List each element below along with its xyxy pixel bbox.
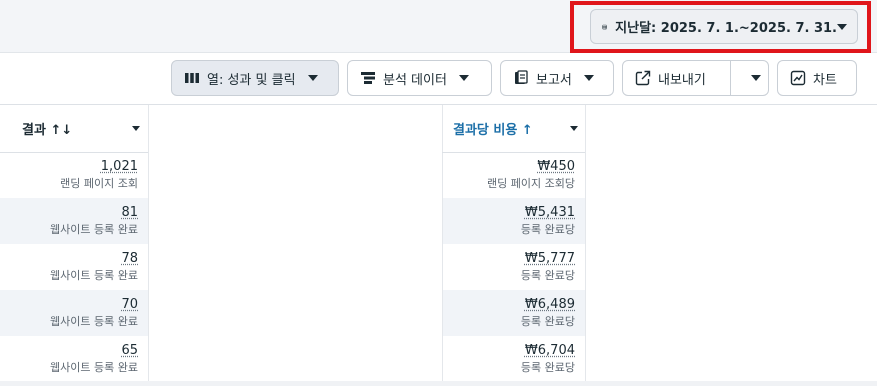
table-row: 81 웹사이트 등록 완료 — [0, 198, 148, 244]
horizontal-scrollbar[interactable] — [0, 381, 877, 386]
column-header-cost-label: 결과당 비용 ↑ — [453, 123, 533, 138]
cost-value[interactable]: ₩6,489 — [442, 296, 575, 314]
result-type: 웹사이트 등록 완료 — [50, 315, 138, 328]
result-type: 웹사이트 등록 완료 — [50, 223, 138, 236]
column-menu-caret-icon[interactable] — [132, 126, 140, 131]
chart-line-icon — [790, 70, 806, 86]
ads-manager-view: 지난달: 2025. 7. 1.~2025. 7. 31. 열: 성과 및 클릭… — [0, 0, 877, 386]
column-header-cost-per-result[interactable]: 결과당 비용 ↑ — [453, 105, 585, 152]
result-value[interactable]: 65 — [0, 342, 138, 360]
chart-label: 차트 — [813, 72, 837, 88]
column-menu-caret-icon[interactable] — [570, 126, 578, 131]
breakdown-button[interactable]: 분석 데이터 — [347, 60, 492, 96]
table-row: ₩5,777 등록 완료당 — [442, 244, 585, 290]
column-header-results-label: 결과 ↑↓ — [22, 123, 73, 138]
external-link-icon — [635, 70, 651, 86]
chevron-down-icon — [458, 75, 469, 81]
columns-label: 열: 성과 및 클릭 — [207, 72, 296, 88]
table-row: 1,021 랜딩 페이지 조회 — [0, 152, 148, 198]
cost-type: 등록 완료당 — [520, 223, 575, 236]
cost-value[interactable]: ₩5,431 — [442, 204, 575, 222]
cost-type: 등록 완료당 — [520, 315, 575, 328]
table-row: 78 웹사이트 등록 완료 — [0, 244, 148, 290]
cost-value[interactable]: ₩6,704 — [442, 342, 575, 360]
report-icon — [515, 70, 528, 84]
cost-value[interactable]: ₩5,777 — [442, 250, 575, 268]
column-divider — [148, 105, 149, 381]
date-range-button[interactable]: 지난달: 2025. 7. 1.~2025. 7. 31. — [590, 9, 858, 44]
breakdown-icon — [361, 72, 375, 84]
reports-button[interactable]: 보고서 — [500, 60, 614, 96]
calendar-icon — [602, 24, 607, 29]
table-row: 70 웹사이트 등록 완료 — [0, 290, 148, 336]
columns-button[interactable]: 열: 성과 및 클릭 — [171, 60, 339, 96]
cost-type: 등록 완료당 — [520, 361, 575, 374]
date-range-label: 지난달: 2025. 7. 1.~2025. 7. 31. — [615, 21, 837, 36]
export-button[interactable]: 내보내기 — [623, 61, 731, 95]
result-type: 웹사이트 등록 완료 — [50, 269, 138, 282]
export-menu-button[interactable] — [731, 61, 769, 95]
breakdown-label: 분석 데이터 — [383, 72, 447, 88]
export-label: 내보내기 — [658, 72, 706, 88]
chevron-down-icon — [751, 75, 761, 81]
reports-label: 보고서 — [536, 72, 572, 88]
result-value[interactable]: 81 — [0, 204, 138, 222]
table-row: ₩6,704 등록 완료당 — [442, 336, 585, 382]
cost-type: 등록 완료당 — [520, 269, 575, 282]
columns-icon — [185, 73, 199, 83]
chevron-down-icon — [307, 75, 318, 81]
result-value[interactable]: 78 — [0, 250, 138, 268]
column-divider — [585, 105, 586, 381]
table-row: ₩450 랜딩 페이지 조회당 — [442, 152, 585, 198]
result-type: 랜딩 페이지 조회 — [60, 177, 138, 190]
table-row: ₩6,489 등록 완료당 — [442, 290, 585, 336]
result-type: 웹사이트 등록 완료 — [50, 361, 138, 374]
result-value[interactable]: 1,021 — [0, 158, 138, 176]
chevron-down-icon — [583, 75, 594, 81]
export-button-group: 내보내기 — [622, 60, 769, 96]
table-row: ₩5,431 등록 완료당 — [442, 198, 585, 244]
cost-value[interactable]: ₩450 — [442, 158, 575, 176]
table-row: 65 웹사이트 등록 완료 — [0, 336, 148, 382]
chevron-down-icon — [837, 23, 847, 30]
cost-type: 랜딩 페이지 조회당 — [487, 177, 575, 190]
chart-button[interactable]: 차트 — [777, 60, 857, 96]
result-value[interactable]: 70 — [0, 296, 138, 314]
column-header-results[interactable]: 결과 ↑↓ — [22, 105, 148, 152]
